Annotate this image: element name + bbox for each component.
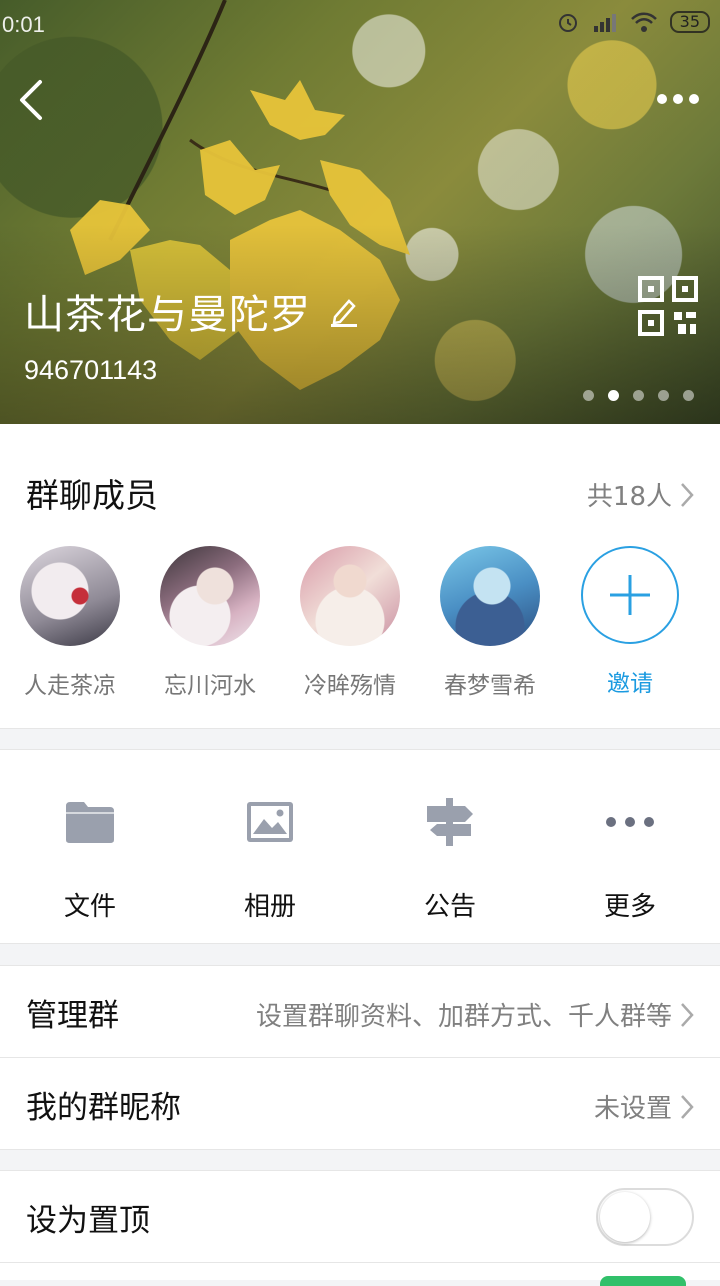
tool-files[interactable]: 文件 xyxy=(0,750,180,943)
tool-more[interactable]: 更多 xyxy=(540,750,720,943)
group-tools: 文件 相册 公告 更多 xyxy=(0,750,720,943)
tool-announcement[interactable]: 公告 xyxy=(360,750,540,943)
members-section: 群聊成员 共18人 人走茶凉 忘川河水 冷眸殇情 春梦雪希 邀请 xyxy=(0,424,720,728)
member-name: 冷眸殇情 xyxy=(304,673,396,699)
more-options-icon[interactable] xyxy=(654,84,702,114)
chevron-right-icon xyxy=(681,482,694,507)
battery-indicator: 35 xyxy=(669,11,710,33)
pin-to-top-label: 设为置顶 xyxy=(26,1203,150,1239)
avatar xyxy=(20,546,120,646)
members-title: 群聊成员 xyxy=(26,476,158,515)
image-icon xyxy=(247,802,293,842)
signpost-icon xyxy=(427,798,473,846)
member-item[interactable]: 忘川河水 xyxy=(140,546,280,700)
status-bar: 0:01 35 xyxy=(0,8,720,42)
section-divider xyxy=(0,728,720,729)
group-nickname-row[interactable]: 我的群昵称 未设置 xyxy=(0,1058,720,1149)
manage-group-label: 管理群 xyxy=(26,998,119,1034)
qr-code-icon[interactable] xyxy=(638,276,698,336)
avatar xyxy=(160,546,260,646)
member-name: 人走茶凉 xyxy=(24,673,116,699)
tool-label: 相册 xyxy=(243,892,296,922)
tool-label: 公告 xyxy=(423,892,476,922)
more-icon xyxy=(606,817,654,827)
avatar xyxy=(300,546,400,646)
members-count: 共18人 xyxy=(586,482,672,512)
wifi-icon xyxy=(630,12,657,32)
invite-button[interactable]: 邀请 xyxy=(560,546,700,700)
invite-circle xyxy=(581,546,679,644)
chevron-right-icon xyxy=(681,1094,694,1119)
group-nickname-label: 我的群昵称 xyxy=(26,1090,181,1126)
edit-pencil-icon[interactable] xyxy=(329,295,359,327)
group-cover: 0:01 35 山茶花与曼陀罗 946701143 xyxy=(0,0,720,424)
pager-dot xyxy=(658,390,669,401)
tool-album[interactable]: 相册 xyxy=(180,750,360,943)
members-count-link[interactable]: 共18人 xyxy=(587,476,694,513)
manage-group-value: 设置群聊资料、加群方式、千人群等 xyxy=(255,1002,672,1032)
signal-icon xyxy=(593,14,616,32)
tool-label: 文件 xyxy=(63,892,116,922)
pin-to-top-row: 设为置顶 xyxy=(0,1171,720,1262)
invite-label: 邀请 xyxy=(607,671,653,697)
alarm-icon xyxy=(558,14,577,32)
status-time: 0:01 xyxy=(2,12,45,37)
pager-dot xyxy=(683,390,694,401)
tool-label: 更多 xyxy=(603,892,656,922)
plus-icon xyxy=(610,575,650,615)
chevron-right-icon xyxy=(681,1002,694,1027)
group-nickname-value: 未设置 xyxy=(593,1094,672,1124)
manage-group-row[interactable]: 管理群 设置群聊资料、加群方式、千人群等 xyxy=(0,966,720,1057)
member-name: 春梦雪希 xyxy=(444,673,536,699)
toggle-on-peek[interactable] xyxy=(600,1276,686,1286)
member-name: 忘川河水 xyxy=(164,673,256,699)
pager-dot-active xyxy=(608,390,619,401)
group-name: 山茶花与曼陀罗 xyxy=(24,292,311,338)
avatar xyxy=(440,546,540,646)
group-number: 946701143 xyxy=(24,355,158,385)
toggle-knob xyxy=(600,1192,650,1242)
member-item[interactable]: 人走茶凉 xyxy=(0,546,140,700)
cover-pager xyxy=(583,390,694,401)
member-item[interactable]: 冷眸殇情 xyxy=(280,546,420,700)
pin-to-top-toggle[interactable] xyxy=(596,1188,694,1246)
section-divider xyxy=(0,1149,720,1150)
member-item[interactable]: 春梦雪希 xyxy=(420,546,560,700)
pager-dot xyxy=(633,390,644,401)
section-divider xyxy=(0,943,720,944)
back-arrow-icon[interactable] xyxy=(16,78,46,122)
folder-icon xyxy=(66,802,114,843)
pager-dot xyxy=(583,390,594,401)
